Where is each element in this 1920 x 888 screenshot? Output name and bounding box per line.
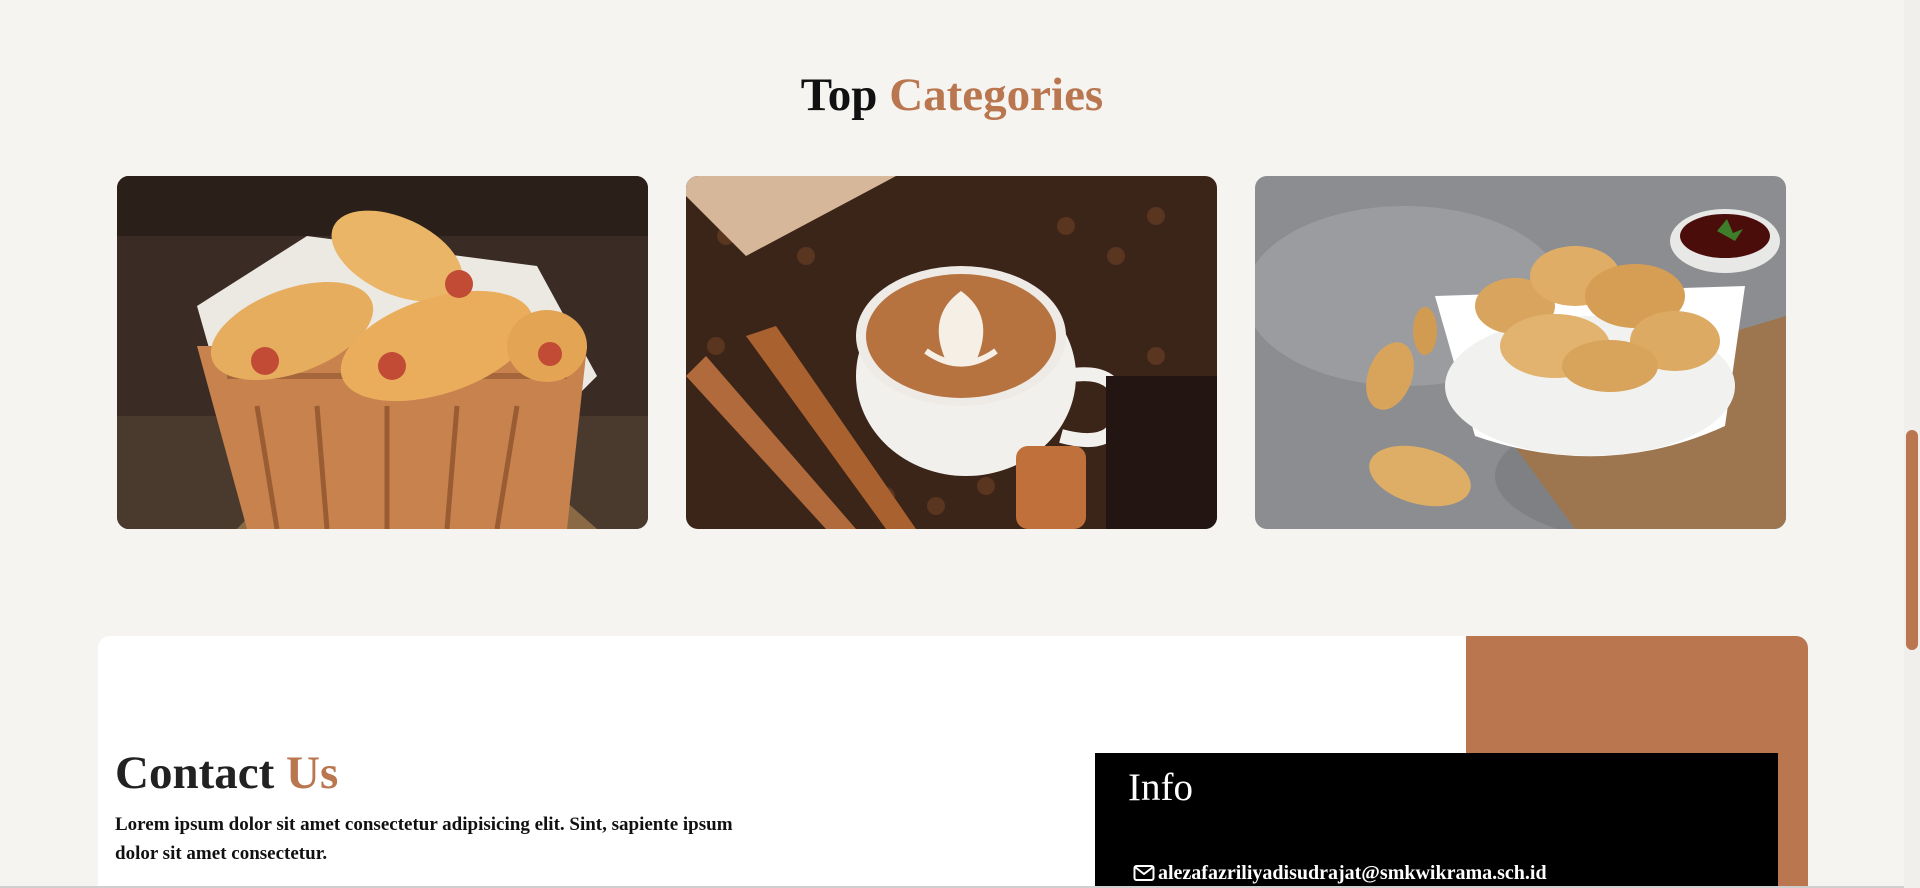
info-box: Info alezafazriliyadisudrajat@smkwikrama… bbox=[1095, 753, 1778, 888]
scrollbar-thumb[interactable] bbox=[1906, 430, 1918, 650]
title-accent: Categories bbox=[889, 69, 1104, 121]
coffee-latte-image bbox=[686, 176, 1217, 529]
contact-title-main: Contact bbox=[115, 747, 275, 799]
category-card-bread[interactable] bbox=[117, 176, 648, 529]
contact-title-accent: Us bbox=[286, 747, 339, 799]
contact-title: Contact Us bbox=[115, 746, 338, 800]
contact-description: Lorem ipsum dolor sit amet consectetur a… bbox=[115, 814, 733, 864]
info-email[interactable]: alezafazriliyadisudrajat@smkwikrama.sch.… bbox=[1133, 861, 1547, 885]
category-card-coffee[interactable] bbox=[686, 176, 1217, 529]
category-card-snack[interactable] bbox=[1255, 176, 1786, 529]
bread-basket-image bbox=[117, 176, 648, 529]
info-title: Info bbox=[1128, 766, 1193, 809]
envelope-icon bbox=[1133, 865, 1155, 881]
top-categories-title: Top Categories bbox=[0, 68, 1904, 122]
info-email-text[interactable]: alezafazriliyadisudrajat@smkwikrama.sch.… bbox=[1158, 861, 1547, 885]
fried-dumplings-image bbox=[1255, 176, 1786, 529]
title-main: Top bbox=[800, 69, 878, 121]
